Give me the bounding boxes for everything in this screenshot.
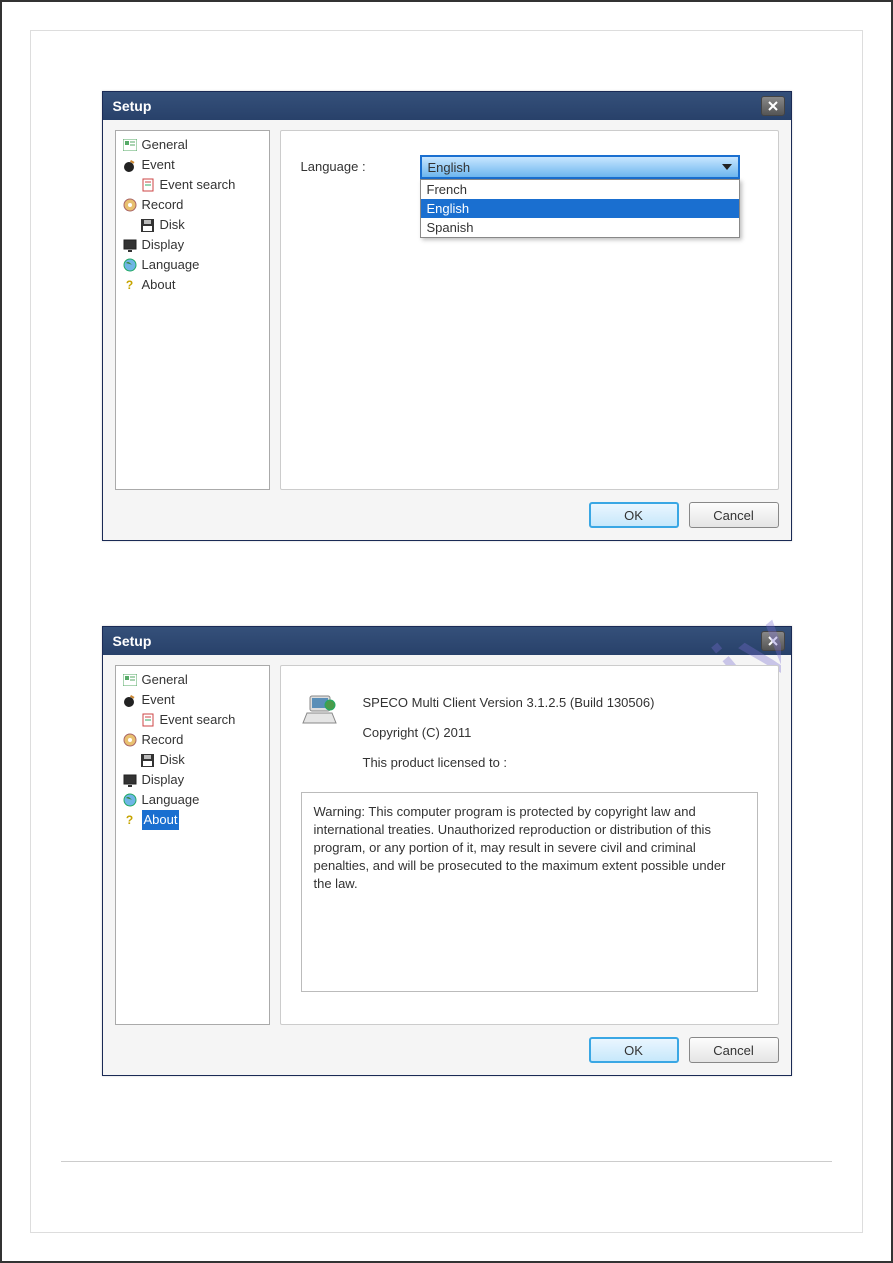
tree-label: Event search (160, 175, 236, 195)
tree-label: Disk (160, 215, 185, 235)
dialog-title: Setup (113, 633, 152, 649)
monitor-icon (122, 772, 138, 788)
content-panel: SPECO Multi Client Version 3.1.2.5 (Buil… (280, 665, 779, 1025)
about-licensed-to: This product licensed to : (363, 752, 758, 774)
tree-item-display[interactable]: Display (120, 770, 265, 790)
computer-icon (301, 690, 343, 732)
tree-label: Display (142, 235, 185, 255)
tree-label: Event (142, 690, 175, 710)
cancel-button[interactable]: Cancel (689, 1037, 779, 1063)
button-bar: OK Cancel (115, 502, 779, 528)
ok-button[interactable]: OK (589, 502, 679, 528)
tree-label: General (142, 135, 188, 155)
tree-item-general[interactable]: General (120, 670, 265, 690)
tree-label: Language (142, 255, 200, 275)
close-icon (768, 101, 778, 111)
tree-item-about[interactable]: ? About (120, 810, 265, 830)
bomb-icon (122, 692, 138, 708)
floppy-icon (140, 217, 156, 233)
tree-label: Event search (160, 710, 236, 730)
tree-label: Record (142, 195, 184, 215)
monitor-icon (122, 237, 138, 253)
combo-value: English (428, 160, 471, 175)
language-label: Language : (301, 155, 396, 174)
setup-dialog-language: Setup General Ev (102, 91, 792, 541)
tree-label: About (142, 275, 176, 295)
tree-item-disk[interactable]: Disk (120, 215, 265, 235)
tree-label: About (142, 810, 180, 830)
tree-item-event[interactable]: Event (120, 155, 265, 175)
nav-tree: General Event Event search Record (115, 665, 270, 1025)
globe-icon (122, 792, 138, 808)
card-icon (122, 672, 138, 688)
tree-label: General (142, 670, 188, 690)
close-icon (768, 636, 778, 646)
tree-label: Event (142, 155, 175, 175)
tree-item-about[interactable]: ? About (120, 275, 265, 295)
record-icon (122, 197, 138, 213)
bomb-icon (122, 157, 138, 173)
about-copyright: Copyright (C) 2011 (363, 722, 758, 744)
tree-item-general[interactable]: General (120, 135, 265, 155)
tree-item-record[interactable]: Record (120, 730, 265, 750)
tree-item-record[interactable]: Record (120, 195, 265, 215)
nav-tree: General Event Event search Record (115, 130, 270, 490)
close-button[interactable] (761, 96, 785, 116)
tree-item-language[interactable]: Language (120, 790, 265, 810)
tree-label: Disk (160, 750, 185, 770)
ok-button[interactable]: OK (589, 1037, 679, 1063)
setup-dialog-about: Setup General Ev (102, 626, 792, 1076)
chevron-down-icon (722, 164, 732, 170)
titlebar: Setup (103, 627, 791, 655)
card-icon (122, 137, 138, 153)
question-icon: ? (122, 277, 138, 293)
cancel-button[interactable]: Cancel (689, 502, 779, 528)
content-panel: Language : English French English Spanis… (280, 130, 779, 490)
record-icon (122, 732, 138, 748)
titlebar: Setup (103, 92, 791, 120)
tree-item-language[interactable]: Language (120, 255, 265, 275)
close-button[interactable] (761, 631, 785, 651)
question-icon: ? (122, 812, 138, 828)
option-english[interactable]: English (421, 199, 739, 218)
floppy-icon (140, 752, 156, 768)
document-icon (140, 177, 156, 193)
tree-item-event[interactable]: Event (120, 690, 265, 710)
document-icon (140, 712, 156, 728)
globe-icon (122, 257, 138, 273)
tree-item-display[interactable]: Display (120, 235, 265, 255)
divider (61, 1161, 832, 1162)
tree-label: Display (142, 770, 185, 790)
language-dropdown: French English Spanish (420, 179, 740, 238)
dialog-title: Setup (113, 98, 152, 114)
tree-item-event-search[interactable]: Event search (120, 175, 265, 195)
tree-label: Record (142, 730, 184, 750)
option-spanish[interactable]: Spanish (421, 218, 739, 237)
tree-label: Language (142, 790, 200, 810)
language-combobox[interactable]: English (420, 155, 740, 179)
tree-item-disk[interactable]: Disk (120, 750, 265, 770)
license-text: Warning: This computer program is protec… (301, 792, 758, 992)
tree-item-event-search[interactable]: Event search (120, 710, 265, 730)
option-french[interactable]: French (421, 180, 739, 199)
about-version: SPECO Multi Client Version 3.1.2.5 (Buil… (363, 692, 758, 714)
button-bar: OK Cancel (115, 1037, 779, 1063)
